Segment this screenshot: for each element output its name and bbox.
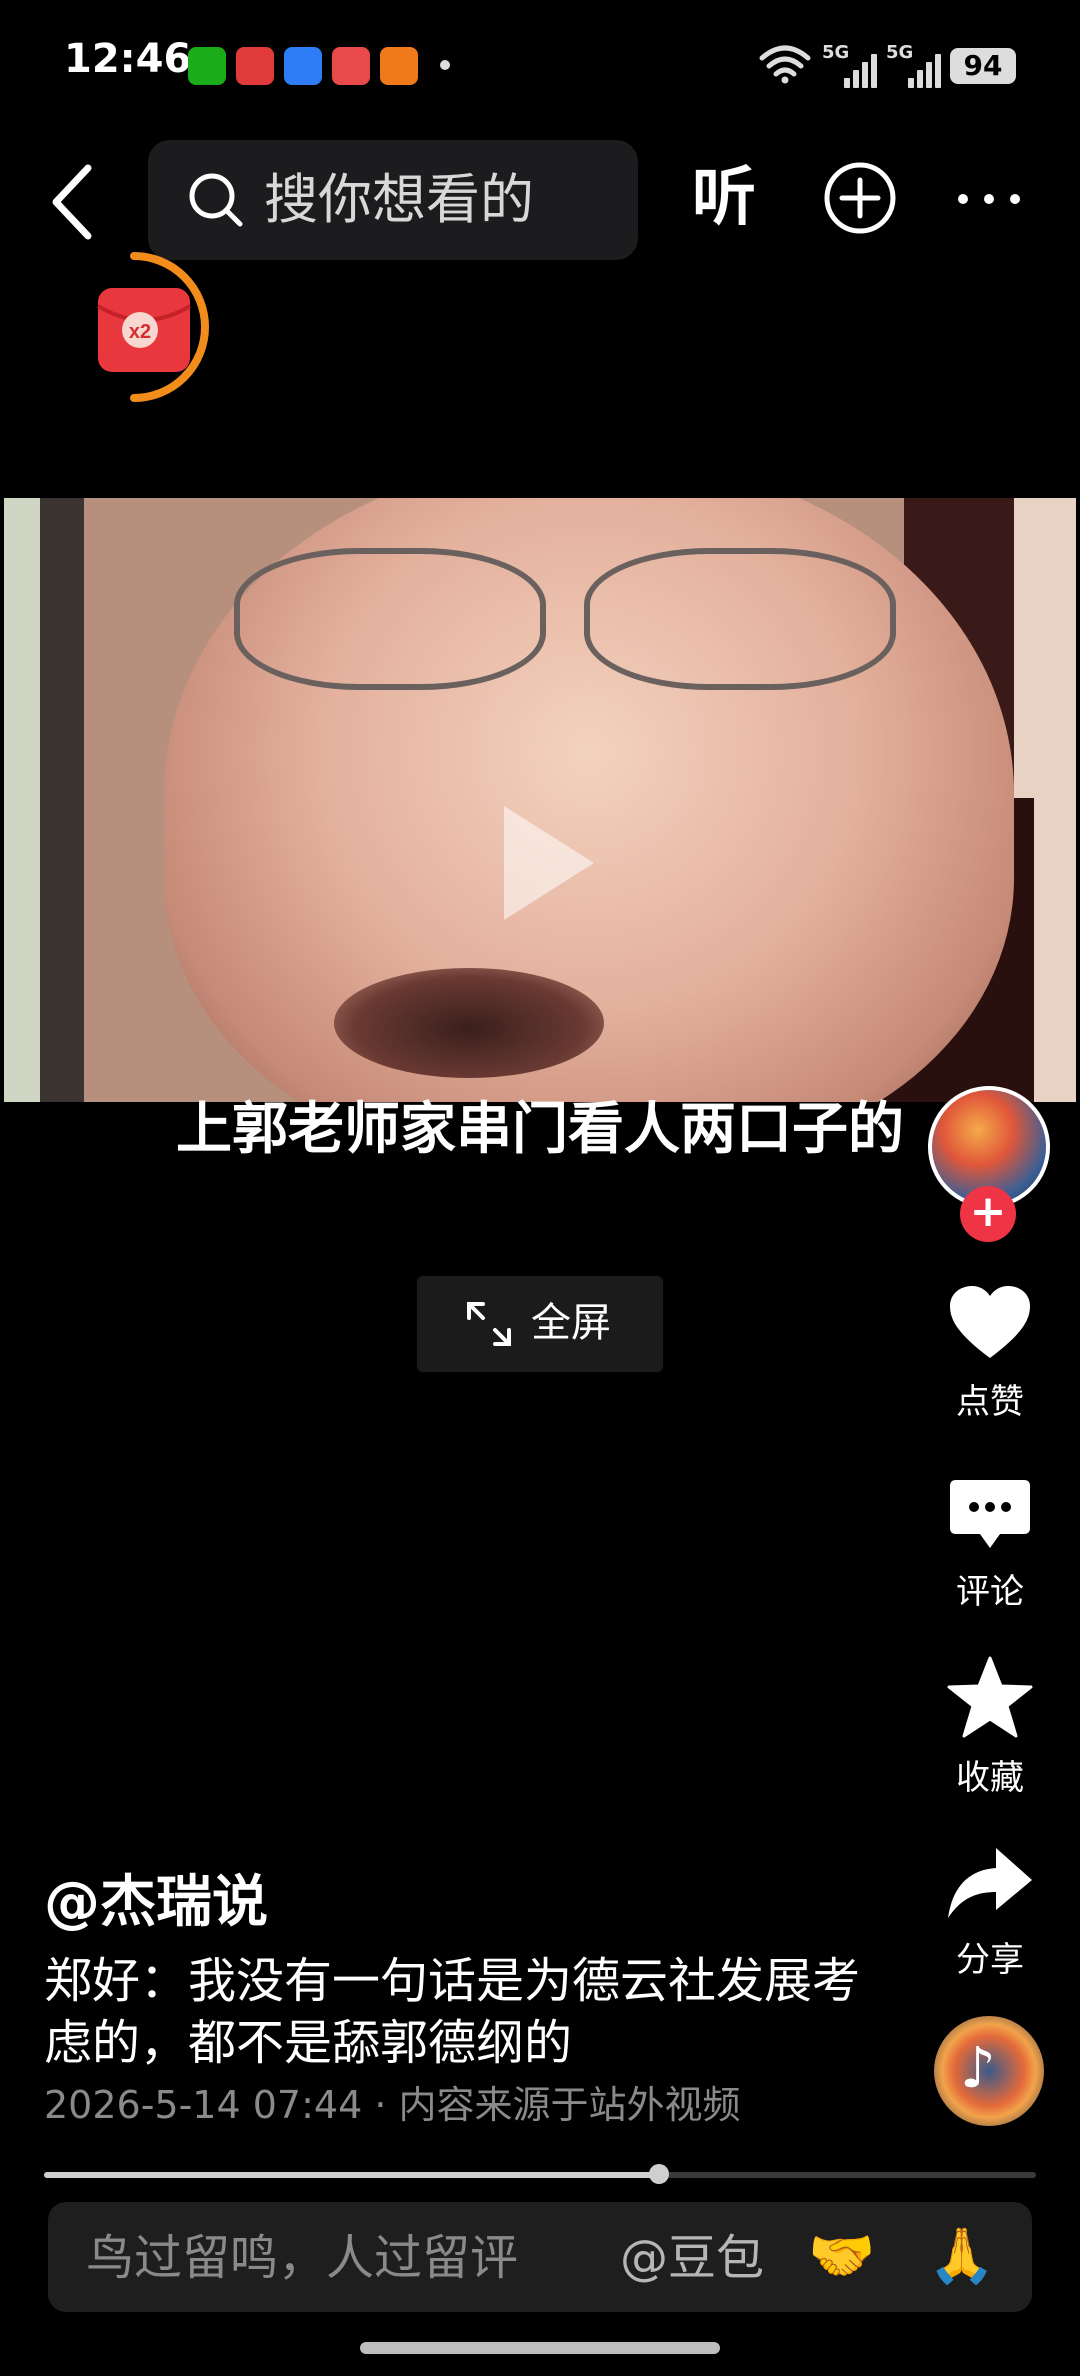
- battery-indicator: 94: [950, 48, 1016, 84]
- comment-bubble-icon: [950, 1480, 1030, 1548]
- video-player[interactable]: [4, 498, 1076, 1102]
- home-indicator[interactable]: [360, 2342, 720, 2354]
- like-label: 点赞: [956, 1382, 1024, 1422]
- progress-bar[interactable]: [44, 2164, 1036, 2184]
- author-name[interactable]: @杰瑞说: [44, 1870, 268, 1936]
- notification-dot: [440, 60, 450, 70]
- more-options-icon[interactable]: [956, 186, 1022, 212]
- handshake-emoji-button[interactable]: 🤝: [808, 2224, 875, 2288]
- post-description: 郑好：我没有一句话是为德云社发展考虑的，都不是舔郭德纲的: [44, 1953, 861, 2071]
- progress-fill: [44, 2172, 660, 2178]
- video-app-icon: [332, 47, 370, 85]
- star-icon: [947, 1656, 1033, 1738]
- wifi-icon: [759, 45, 811, 84]
- share-arrow-icon: [948, 1848, 1032, 1918]
- search-icon: [189, 173, 243, 227]
- progress-thumb[interactable]: [649, 2164, 670, 2184]
- shopping-app-icon: [380, 47, 418, 85]
- post-meta: 2026-5-14 07:44 · 内容来源于站外视频: [44, 2083, 741, 2127]
- play-icon[interactable]: [494, 798, 604, 928]
- share-label: 分享: [956, 1940, 1024, 1980]
- toutiao-icon: [236, 47, 274, 85]
- search-bar[interactable]: 搜你想看的: [148, 140, 638, 260]
- browser-icon: [284, 47, 322, 85]
- expand-icon: [467, 1302, 511, 1346]
- like-button[interactable]: 点赞: [930, 1284, 1050, 1423]
- pray-emoji-button[interactable]: 🙏: [928, 2224, 995, 2288]
- music-disc[interactable]: ♪: [934, 2016, 1044, 2126]
- favorite-button[interactable]: 收藏: [930, 1656, 1050, 1799]
- listen-button[interactable]: 听: [692, 158, 756, 238]
- red-packet-multiplier: x2: [129, 321, 151, 343]
- add-circle-icon[interactable]: [822, 160, 898, 236]
- comment-label: 评论: [956, 1572, 1024, 1612]
- mention-button[interactable]: @豆包: [620, 2230, 764, 2286]
- wechat-icon: [188, 47, 226, 85]
- back-arrow-icon[interactable]: [46, 162, 106, 242]
- heart-icon: [950, 1286, 1030, 1358]
- music-note-icon: ♪: [960, 2036, 996, 2101]
- favorite-label: 收藏: [956, 1758, 1024, 1798]
- comment-placeholder: 鸟过留鸣，人过留评: [86, 2230, 519, 2286]
- search-placeholder: 搜你想看的: [264, 168, 534, 231]
- comment-input-bar[interactable]: 鸟过留鸣，人过留评 @豆包 🤝 🙏: [48, 2202, 1032, 2312]
- fullscreen-button[interactable]: 全屏: [417, 1276, 663, 1372]
- comment-button[interactable]: 评论: [930, 1478, 1050, 1613]
- follow-button[interactable]: +: [960, 1186, 1016, 1242]
- share-button[interactable]: 分享: [930, 1846, 1050, 1981]
- fullscreen-label: 全屏: [531, 1300, 611, 1346]
- red-packet-icon[interactable]: x2: [88, 250, 218, 404]
- video-caption: 上郭老师家串门看人两口子的: [176, 1097, 904, 1162]
- video-mouth: [334, 968, 604, 1078]
- status-time: 12:46: [64, 36, 192, 82]
